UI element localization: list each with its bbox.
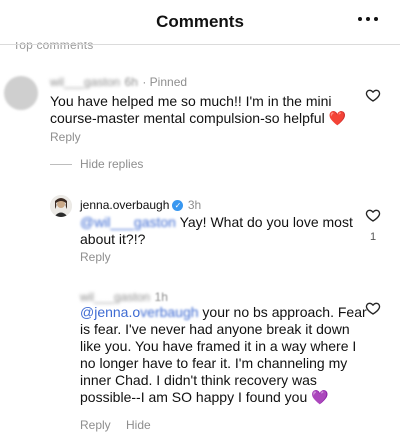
reply-time: 1h [154, 290, 168, 304]
reply-username[interactable]: jenna.overbaugh [80, 198, 169, 212]
comment-meta: wil___gaston 6h · Pinned [50, 75, 188, 89]
reply-mention-suffix: verbaugh [140, 304, 199, 320]
reply-button[interactable]: Reply [50, 130, 81, 144]
more-options-icon[interactable] [358, 15, 378, 23]
avatar-image [50, 195, 72, 217]
heart-outline-icon[interactable] [365, 207, 381, 223]
reply-mention[interactable]: @jenna.overbaugh [80, 304, 199, 320]
verified-badge-icon: ✓ [172, 200, 184, 211]
reply-text-block: @jenna.overbaugh your no bs approach. Fe… [80, 304, 370, 406]
section-label: Top comments [13, 38, 94, 52]
reply-mention[interactable]: @wil___gaston [80, 214, 176, 230]
pinned-label: Pinned [149, 75, 188, 89]
heart-outline-icon[interactable] [365, 87, 381, 103]
comment-text: You have helped me so much!! I'm in the … [50, 93, 346, 126]
comment-username[interactable]: wil___gaston [50, 75, 120, 89]
heart-outline-icon[interactable] [365, 300, 381, 316]
hide-button[interactable]: Hide [126, 418, 151, 432]
reply-mention-prefix: @jenna.o [80, 304, 141, 320]
reply-button[interactable]: Reply [80, 250, 111, 264]
reply-meta: jenna.overbaugh ✓ 3h [80, 196, 201, 214]
like-count: 1 [370, 231, 377, 243]
reply-text-block: @wil___gaston Yay! What do you love most… [80, 214, 365, 248]
avatar[interactable] [4, 76, 38, 110]
reply-button[interactable]: Reply [80, 418, 111, 432]
hide-replies-divider [50, 164, 72, 165]
reply-username[interactable]: wil___gaston [80, 290, 150, 304]
header-divider [0, 44, 400, 45]
reply-time: 3h [187, 198, 202, 212]
page-title: Comments [156, 12, 244, 31]
avatar[interactable] [50, 195, 72, 217]
hide-replies-button[interactable]: Hide replies [80, 157, 143, 171]
comment-time: 6h [124, 75, 138, 89]
